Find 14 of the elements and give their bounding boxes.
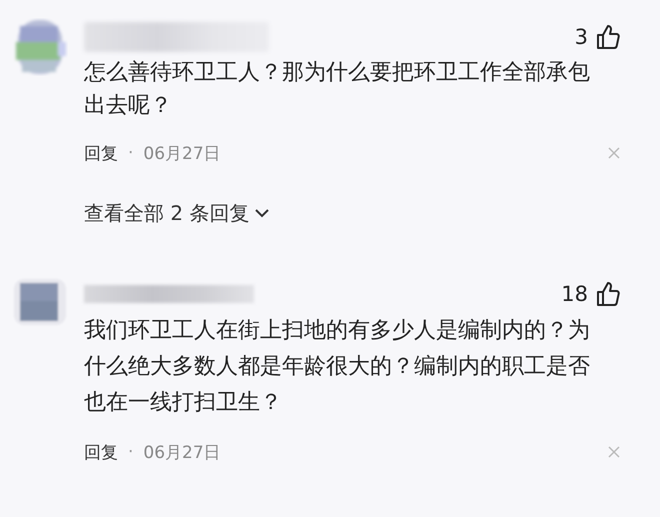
chevron-down-icon [255,209,270,218]
comment-date: 06月27日 [143,142,221,164]
comment-text: 我们环卫工人在街上扫地的有多少人是编制内的？为什么绝大多数人都是年龄很大的？编制内的职工是否也在一线打扫卫生？ [84,317,591,417]
separator-dot: · [128,442,134,462]
reply-link[interactable]: 回复 [84,142,118,164]
view-replies-link[interactable]: 查看全部 2 条回复 [84,200,270,227]
separator-dot: · [128,143,134,163]
thumbs-up-icon[interactable] [596,24,620,50]
thumbs-up-icon[interactable] [596,281,620,307]
comment-text: 怎么善待环卫工人？那为什么要把环卫工作全部承包出去呢？ [84,59,591,120]
comment-date: 06月27日 [143,442,221,464]
like-count: 3 [574,25,588,49]
reply-link[interactable]: 回复 [84,440,118,464]
like-count: 18 [561,282,588,306]
